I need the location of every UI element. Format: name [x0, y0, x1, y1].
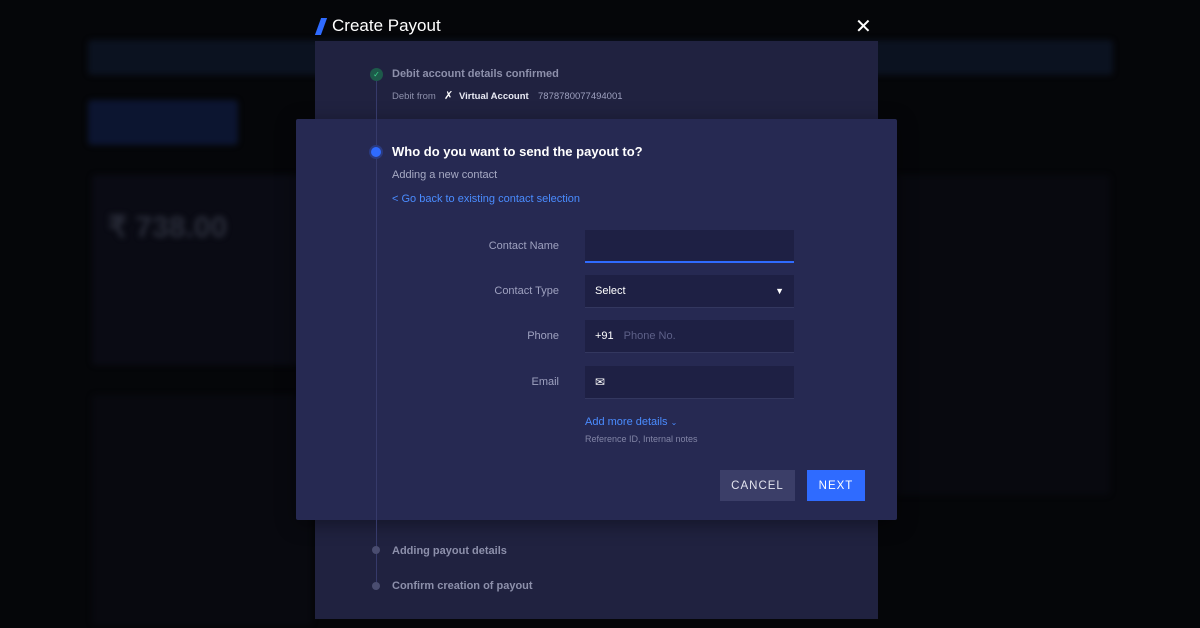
back-to-contacts-link[interactable]: < Go back to existing contact selection	[392, 193, 580, 205]
pending-step-dot	[372, 582, 380, 590]
bg-right	[880, 175, 1110, 495]
step-4-title: Confirm creation of payout	[392, 580, 533, 592]
pending-step-dot	[372, 546, 380, 554]
bg-feed	[92, 395, 312, 625]
add-more-hint: Reference ID, Internal notes	[585, 434, 698, 444]
contact-name-input[interactable]	[585, 230, 794, 263]
phone-placeholder: Phone No.	[623, 330, 676, 342]
add-more-details-link[interactable]: Add more details ⌄	[585, 416, 677, 428]
add-more-label: Add more details	[585, 416, 668, 428]
phone-input[interactable]: +91 Phone No.	[585, 320, 794, 353]
close-icon[interactable]: ✕	[855, 17, 872, 37]
active-step-dot	[371, 147, 381, 157]
logo-icon	[314, 17, 328, 35]
step-2-title: Who do you want to send the payout to?	[392, 144, 643, 159]
contact-type-label: Contact Type	[494, 285, 559, 297]
contact-type-value: Select	[595, 285, 626, 297]
virtual-account-icon: ✗	[444, 90, 454, 102]
step-1-title: Debit account details confirmed	[392, 68, 559, 80]
mail-icon: ✉	[595, 375, 606, 389]
step-3-title: Adding payout details	[392, 545, 507, 557]
step-2-subtitle: Adding a new contact	[392, 169, 498, 181]
check-icon: ✓	[370, 68, 383, 81]
email-input[interactable]: ✉	[585, 366, 794, 399]
next-button[interactable]: NEXT	[807, 470, 865, 501]
account-number: 7878780077494001	[538, 91, 623, 102]
modal-header: Create Payout	[314, 16, 441, 36]
email-label: Email	[531, 376, 559, 388]
debit-from-label: Debit from	[392, 91, 436, 102]
bg-balance: ₹ 738.00	[108, 211, 228, 244]
caret-down-icon: ▼	[775, 286, 784, 296]
chevron-down-icon: ⌄	[670, 418, 678, 427]
bg-card	[92, 175, 312, 365]
contact-type-select[interactable]: Select ▼	[585, 275, 794, 308]
cancel-button[interactable]: CANCEL	[720, 470, 795, 501]
phone-prefix: +91	[595, 330, 614, 342]
bg-tab	[88, 100, 238, 145]
modal-title: Create Payout	[332, 16, 441, 35]
phone-label: Phone	[527, 330, 559, 342]
account-name: Virtual Account	[459, 91, 529, 102]
contact-name-label: Contact Name	[488, 240, 559, 252]
